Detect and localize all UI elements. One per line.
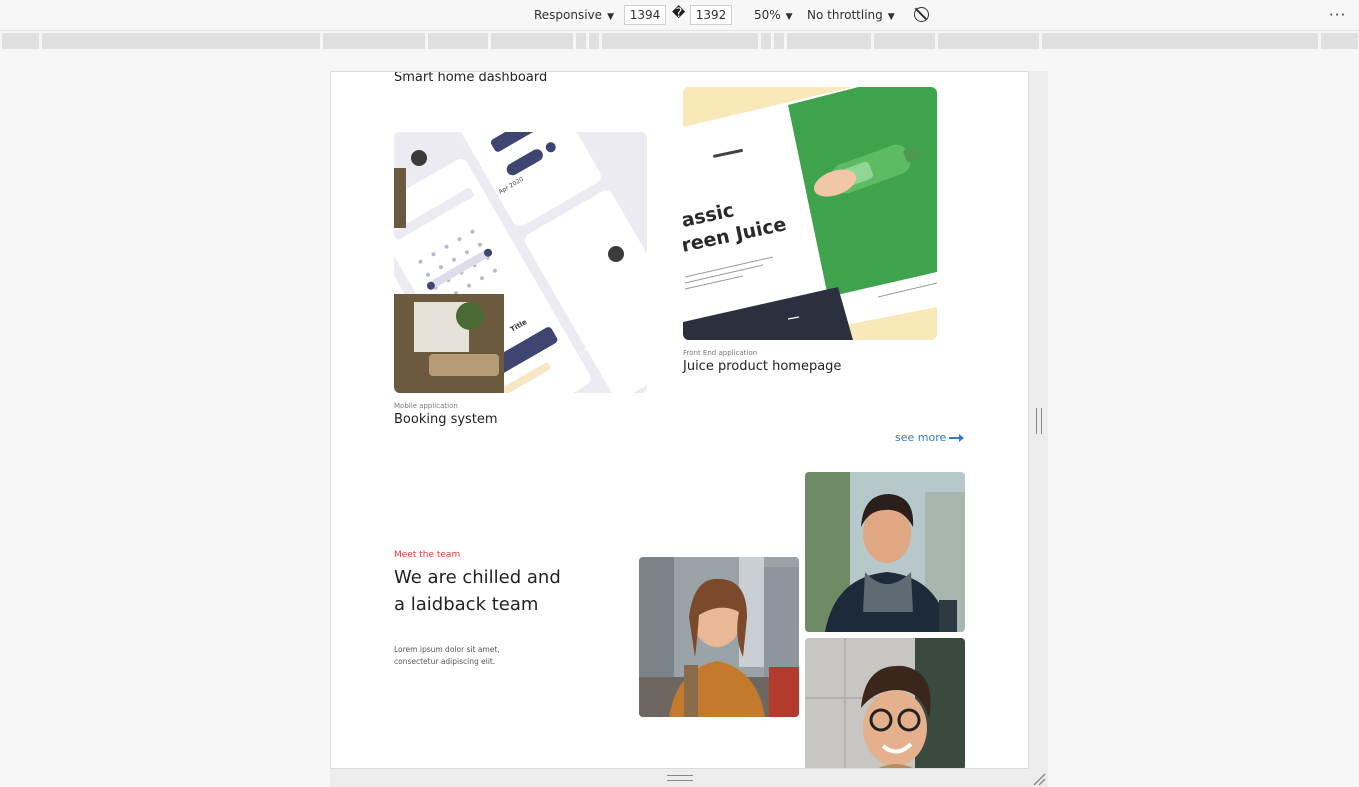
media-query-segment[interactable]: [1042, 33, 1318, 49]
resize-handle-bottom[interactable]: [667, 775, 693, 781]
project-title-smart-home[interactable]: Smart home dashboard: [394, 72, 547, 85]
media-query-segment[interactable]: [1321, 33, 1358, 49]
resize-corner-icon[interactable]: [1032, 772, 1046, 786]
team-description: Lorem ipsum dolor sit amet, consectetur …: [394, 645, 500, 666]
team-photo-man-glasses: [805, 638, 965, 768]
dimension-separator: �: [672, 6, 686, 21]
juice-homepage-mockup: assic reen Juice: [683, 87, 937, 340]
media-query-segment[interactable]: [576, 33, 586, 49]
devtools-toolbar: Responsive ▼ 1394 � 1392 50% ▼ No throttli…: [0, 0, 1359, 31]
booking-system-mockup: Apr 2020 Title Learn More: [394, 132, 647, 393]
throttling-dropdown[interactable]: No throttling ▼: [807, 8, 895, 22]
media-query-segment[interactable]: [589, 33, 599, 49]
zoom-dropdown[interactable]: 50% ▼: [754, 8, 793, 22]
team-photo-woman: [639, 557, 799, 717]
throttling-label: No throttling: [807, 8, 883, 22]
project-title-booking[interactable]: Booking system: [394, 412, 498, 427]
media-query-segment[interactable]: [491, 33, 573, 49]
media-query-segment[interactable]: [938, 33, 1039, 49]
chevron-down-icon: ▼: [607, 12, 614, 22]
media-query-segment[interactable]: [323, 33, 425, 49]
team-kicker: Meet the team: [394, 550, 461, 560]
chevron-down-icon: ▼: [785, 12, 793, 22]
zoom-label: 50%: [754, 8, 781, 22]
project-category-booking: Mobile application: [394, 402, 458, 410]
rotate-icon[interactable]: [914, 7, 929, 22]
media-query-segment[interactable]: [42, 33, 320, 49]
media-query-segment[interactable]: [787, 33, 871, 49]
media-query-segment[interactable]: [774, 33, 784, 49]
booking-system-card[interactable]: Apr 2020 Title Learn More: [394, 132, 647, 393]
media-query-segment[interactable]: [761, 33, 771, 49]
media-query-segment[interactable]: [428, 33, 488, 49]
resize-handle-right[interactable]: [1036, 408, 1042, 434]
media-query-bar: [2, 33, 1358, 49]
team-heading: We are chilled and a laidback team: [394, 567, 561, 615]
device-mode-dropdown[interactable]: Responsive ▼: [534, 8, 614, 22]
arrow-right-icon[interactable]: [949, 434, 964, 442]
width-input[interactable]: 1394: [624, 5, 666, 25]
juice-product-card[interactable]: assic reen Juice: [683, 87, 937, 340]
project-category-juice: Front End application: [683, 349, 758, 357]
more-options-icon[interactable]: ···: [1329, 6, 1346, 24]
media-query-segment[interactable]: [602, 33, 758, 49]
chevron-down-icon: ▼: [887, 12, 895, 22]
see-more-link[interactable]: see more: [895, 431, 946, 444]
media-query-segment[interactable]: [874, 33, 935, 49]
media-query-segment[interactable]: [2, 33, 39, 49]
height-input[interactable]: 1392: [690, 5, 732, 25]
project-title-juice[interactable]: Juice product homepage: [683, 359, 841, 374]
team-photo-man-scarf: [805, 472, 965, 632]
device-viewport: Smart home dashboard Apr 2020 Title Lear…: [330, 71, 1029, 769]
device-mode-label: Responsive: [534, 8, 603, 22]
